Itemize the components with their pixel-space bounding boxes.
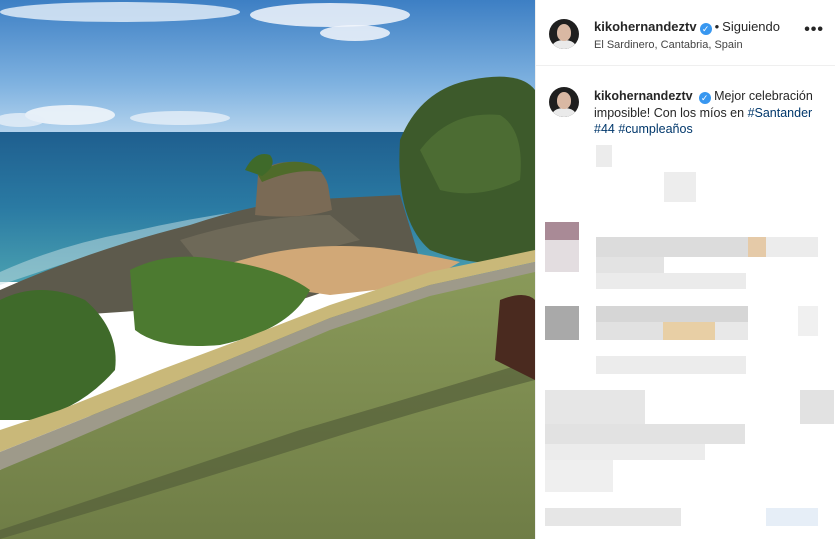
caption-avatar[interactable] [549,87,579,117]
caption-text: kikohernandeztv ✓ Mejor celebración impos… [594,88,826,138]
post-photo[interactable] [0,0,535,539]
author-avatar[interactable] [549,19,579,49]
verified-badge-icon: ✓ [699,23,712,35]
photo-coastal-view [0,0,535,539]
verified-badge-icon: ✓ [698,92,711,104]
post-details-panel: kikohernandeztv ✓ • Siguiendo El Sardinero,… [535,0,835,539]
hashtag-santander[interactable]: #Santander [748,106,813,120]
hashtag-cumpleanos[interactable]: #cumpleaños [618,122,692,136]
author-line: kikohernandeztv ✓ • Siguiendo [594,19,780,35]
more-options-icon[interactable]: ••• [804,22,824,38]
post-header: kikohernandeztv ✓ • Siguiendo El Sardinero,… [536,0,835,66]
separator-dot: • [714,19,720,34]
caption-username[interactable]: kikohernandeztv [594,89,693,103]
hashtag-44[interactable]: #44 [594,122,615,136]
author-username[interactable]: kikohernandeztv [594,19,697,34]
post-location[interactable]: El Sardinero, Cantabria, Spain [594,39,743,51]
follow-status-button[interactable]: Siguiendo [722,19,780,34]
